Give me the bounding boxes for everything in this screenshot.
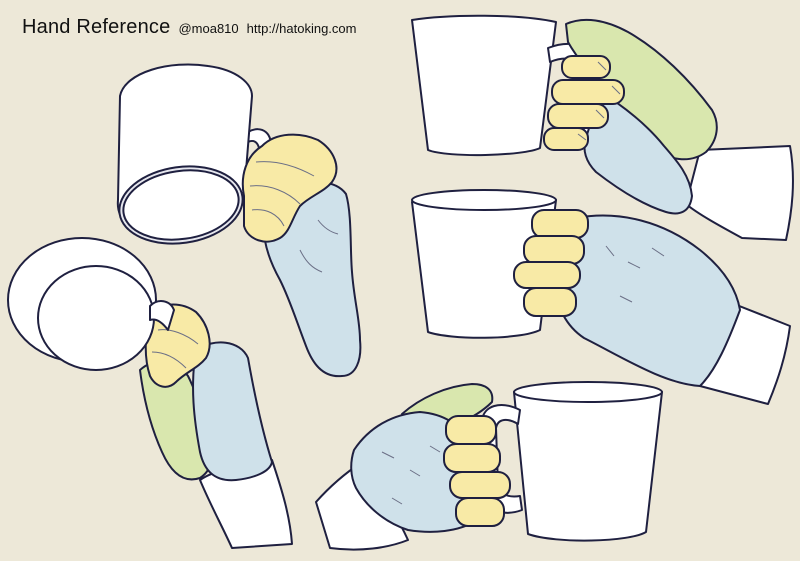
drawing-mug-grip-bottom [315, 381, 663, 551]
drawing-mug-grip-middle-left [7, 237, 293, 549]
illustration-canvas [7, 14, 794, 551]
hand-reference-sheet: Hand Reference @moa810 http://hatoking.c… [0, 0, 800, 561]
